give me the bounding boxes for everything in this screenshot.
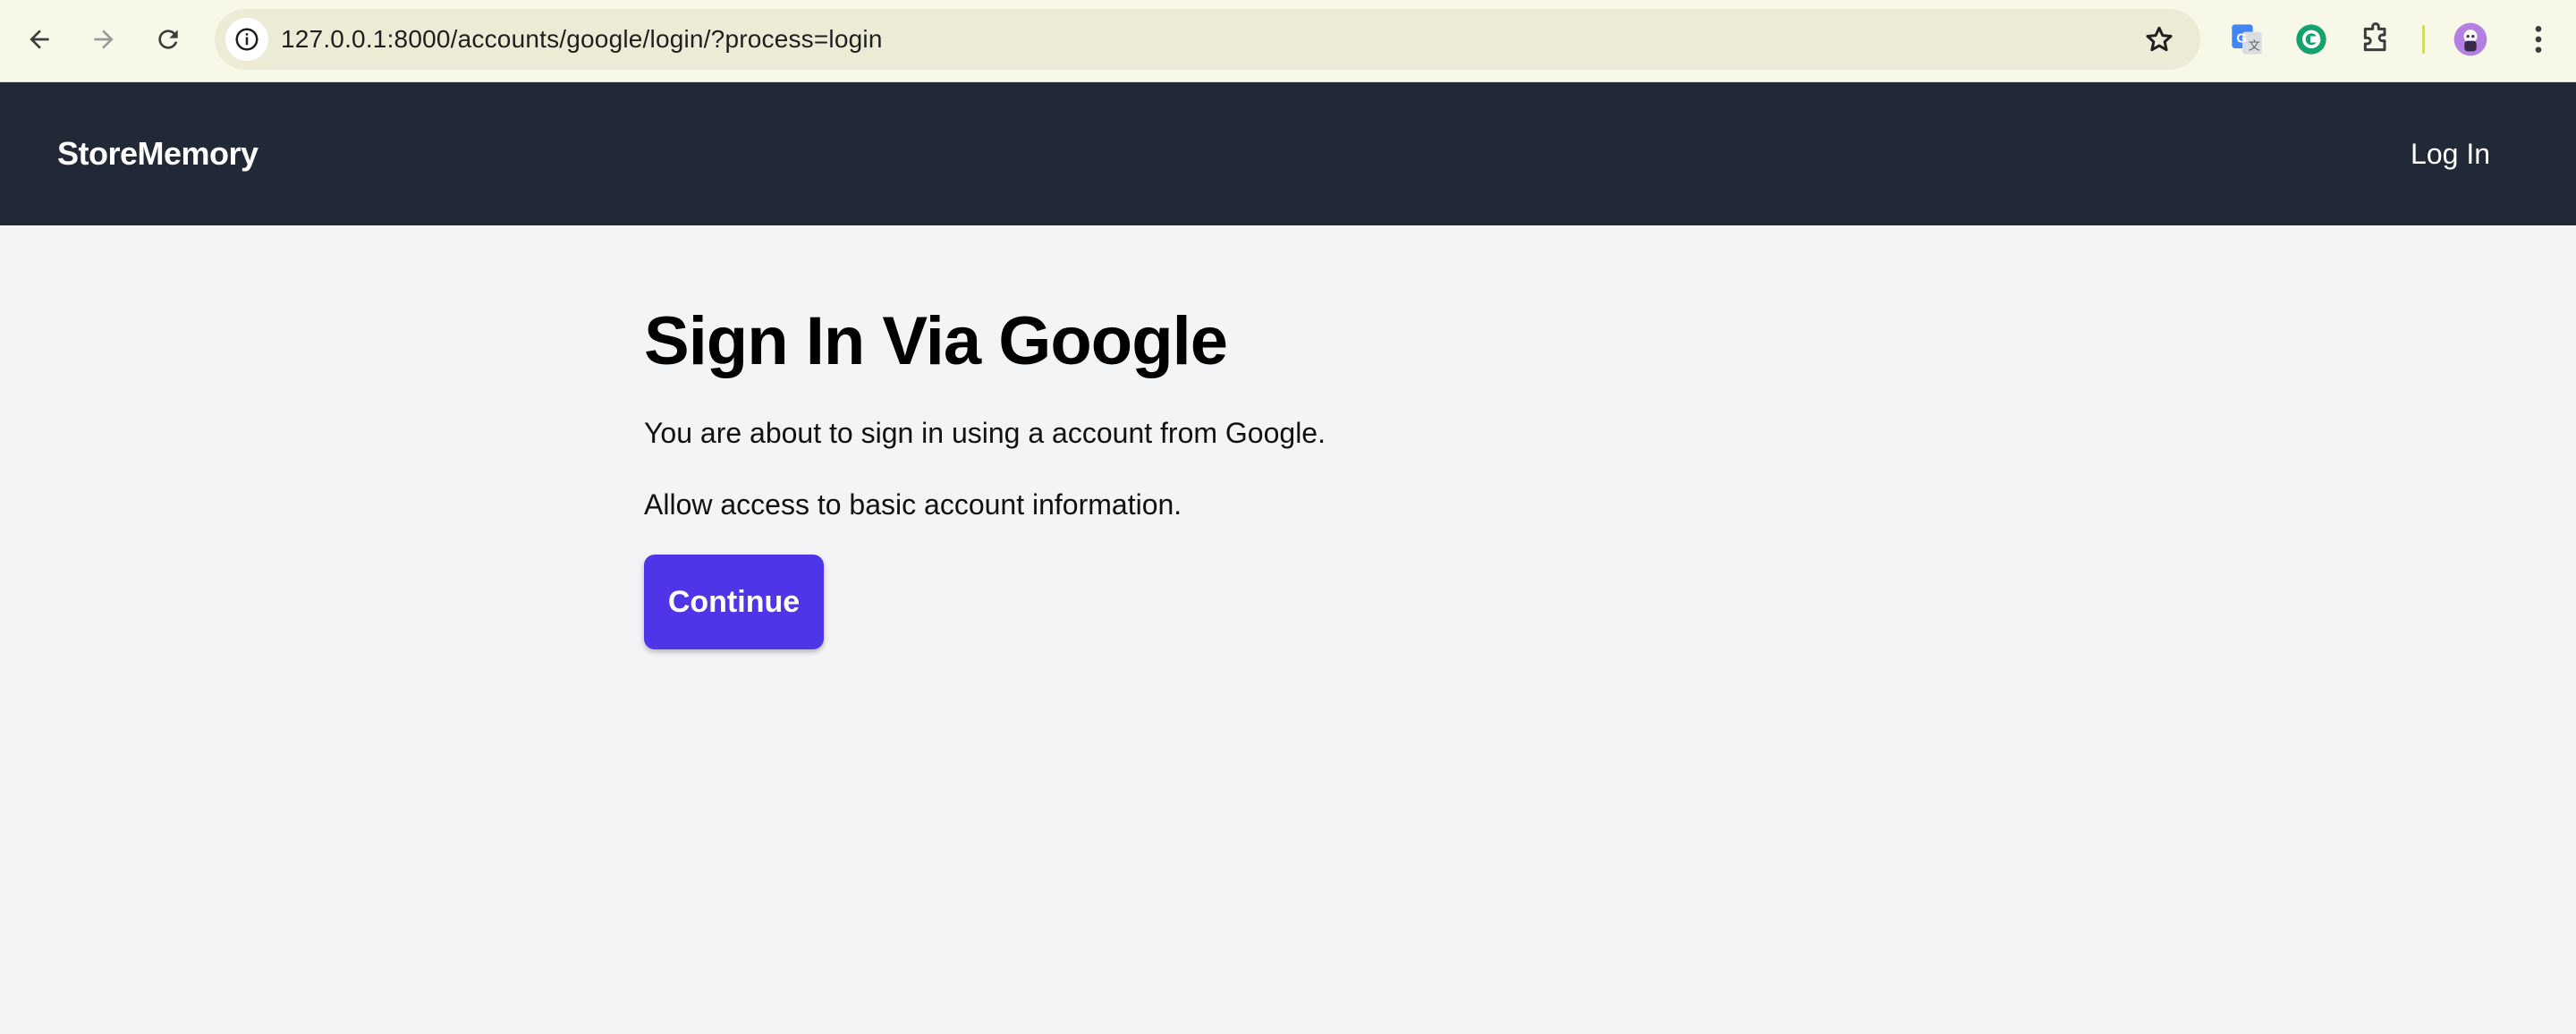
url-text[interactable]: 127.0.0.1:8000/accounts/google/login/?pr… [281, 9, 883, 70]
forward-button[interactable] [82, 18, 125, 61]
info-icon [235, 28, 258, 51]
toolbar-divider [2422, 25, 2425, 54]
login-link[interactable]: Log In [2411, 82, 2490, 225]
star-icon[interactable] [2143, 23, 2175, 55]
google-translate-extension[interactable]: G 文 [2227, 20, 2267, 59]
permission-notice: Allow access to basic account informatio… [644, 488, 1182, 521]
page-title: Sign In Via Google [644, 303, 1228, 379]
profile-button[interactable] [2451, 20, 2490, 59]
grammarly-extension[interactable] [2292, 20, 2331, 59]
address-bar[interactable]: 127.0.0.1:8000/accounts/google/login/?pr… [215, 9, 2200, 70]
site-info-button[interactable] [225, 18, 268, 61]
sign-in-description: You are about to sign in using a account… [644, 417, 1326, 449]
reload-icon [158, 30, 178, 49]
brand-logo-link[interactable]: StoreMemory [57, 82, 258, 225]
back-button[interactable] [18, 18, 61, 61]
browser-toolbar: 127.0.0.1:8000/accounts/google/login/?pr… [0, 0, 2576, 82]
site-header: StoreMemory Log In [0, 82, 2576, 225]
grammarly-icon [2296, 24, 2326, 55]
arrow-right-icon [94, 30, 114, 49]
extensions-button[interactable] [2356, 20, 2395, 59]
browser-menu-button[interactable] [2519, 20, 2558, 59]
google-translate-icon: G 文 [2232, 24, 2262, 55]
svg-text:G: G [2236, 30, 2247, 46]
continue-button[interactable]: Continue [644, 555, 824, 649]
avatar-icon [2453, 22, 2487, 56]
reload-button[interactable] [147, 18, 190, 61]
kebab-menu-icon [2535, 26, 2542, 53]
arrow-left-icon [30, 30, 49, 49]
puzzle-icon [2363, 22, 2386, 52]
svg-text:文: 文 [2249, 39, 2260, 53]
